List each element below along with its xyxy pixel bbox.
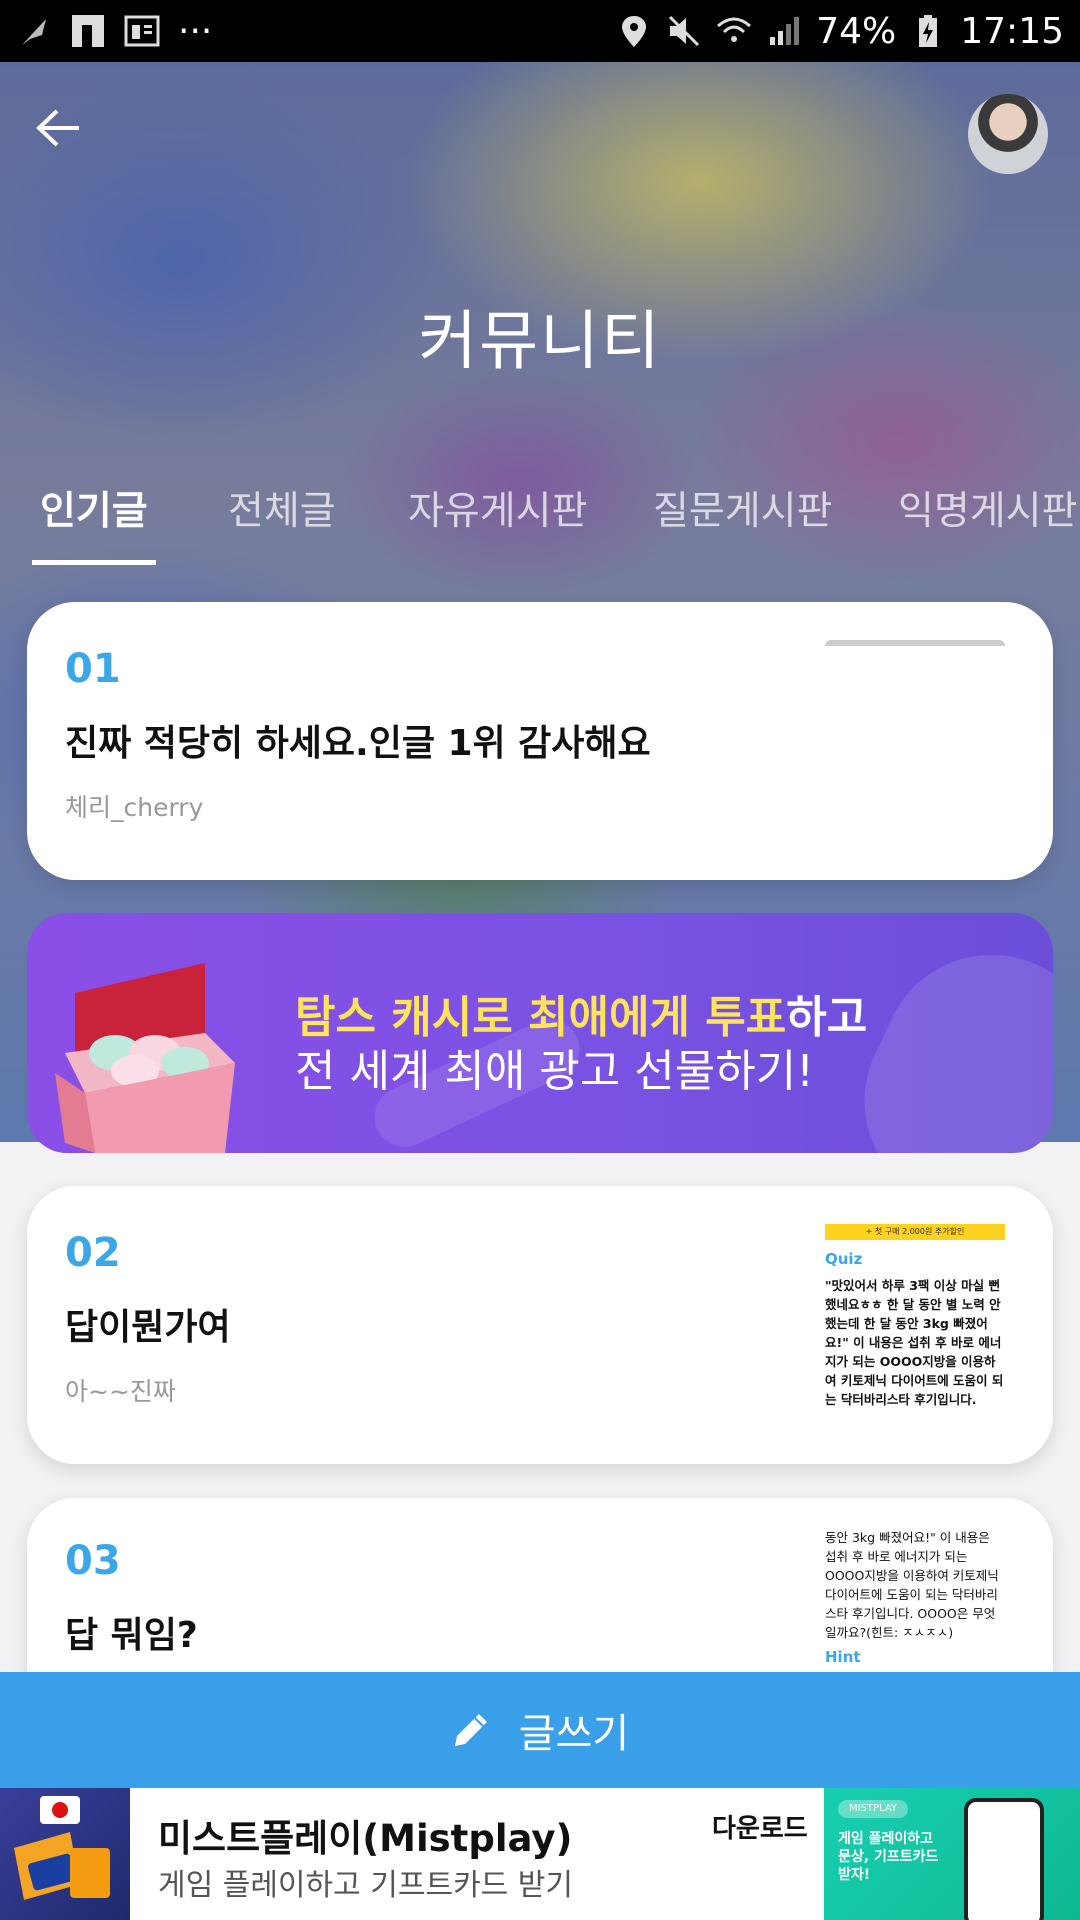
banner-subline: 전 세계 최애 광고 선물하기!	[295, 1046, 814, 1097]
post-title: 답이뭔가여	[65, 1307, 231, 1348]
tab-free-board[interactable]: 자유게시판	[408, 480, 587, 536]
promo-banner[interactable]: 탐스 캐시로 최애에게 투표하고 전 세계 최애 광고 선물하기!	[27, 913, 1053, 1153]
ad-subtitle: 게임 플레이하고 기프트카드 받기	[158, 1868, 574, 1903]
tab-active-indicator	[32, 560, 156, 565]
post-rank: 03	[65, 1538, 121, 1584]
ad-banner[interactable]: 미스트플레이(Mistplay) 게임 플레이하고 기프트카드 받기 다운로드 …	[0, 1788, 1080, 1920]
gift-box-icon	[55, 963, 235, 1153]
post-title: 진짜 적당히 하세요.인글 1위 감사해요	[65, 723, 651, 764]
page-title: 커뮤니티	[418, 305, 662, 379]
post-rank: 01	[65, 646, 121, 692]
post-thumbnail: 동안 3kg 빠졌어요!" 이 내용은 섭취 후 바로 에너지가 되는 OOOO…	[825, 1528, 1005, 1668]
tab-anonymous-board[interactable]: 익명게시판	[898, 480, 1077, 536]
post-title: 답 뭐임?	[65, 1615, 198, 1656]
ad-download-button[interactable]: 다운로드	[712, 1808, 808, 1845]
thumbnail-promo-bar: + 첫 구매 2,000원 추가할인	[825, 1224, 1005, 1240]
post-thumbnail: + 첫 구매 2,000원 추가할인 Quiz "맛있어서 하루 3팩 이상 마…	[825, 1224, 1005, 1434]
tab-bar: 인기글 전체글 자유게시판 질문게시판 익명게시판	[0, 470, 1080, 570]
status-bar: ··· 74% 17:15	[0, 0, 1080, 62]
ad-image-text: 게임 플레이하고 문상, 기프트카드 받자!	[838, 1831, 939, 1883]
thumbnail-heading: Hint	[825, 1648, 861, 1666]
post-rank: 02	[65, 1230, 121, 1276]
clock: 17:15	[960, 10, 1064, 52]
pencil-icon	[454, 1714, 487, 1746]
post-thumbnail	[825, 640, 1005, 646]
gift-cards-icon	[14, 1796, 110, 1900]
ad-title: 미스트플레이(Mistplay)	[158, 1817, 573, 1860]
thumbnail-heading: Quiz	[825, 1250, 863, 1268]
news-icon	[124, 15, 160, 47]
tab-question-board[interactable]: 질문게시판	[653, 480, 832, 536]
ad-logo: MISTPLAY	[838, 1800, 908, 1818]
flipboard-icon	[72, 15, 104, 47]
post-author: 체리_cherry	[65, 793, 204, 822]
battery-percent: 74%	[816, 10, 897, 52]
wifi-icon	[717, 17, 752, 42]
feather-icon	[22, 19, 46, 45]
write-button-label: 글쓰기	[518, 1711, 630, 1757]
write-post-button[interactable]: 글쓰기	[0, 1672, 1080, 1788]
thumbnail-text: 동안 3kg 빠졌어요!" 이 내용은 섭취 후 바로 에너지가 되는 OOOO…	[825, 1530, 999, 1640]
back-button[interactable]	[30, 100, 86, 156]
location-icon	[622, 16, 647, 47]
arrow-left-icon	[36, 109, 79, 147]
mute-icon	[669, 15, 700, 47]
avatar[interactable]	[968, 94, 1048, 174]
phone-icon	[964, 1798, 1044, 1920]
signal-icon	[770, 17, 800, 45]
ad-image	[0, 1788, 130, 1920]
post-card[interactable]: 01 진짜 적당히 하세요.인글 1위 감사해요 체리_cherry	[27, 602, 1053, 880]
battery-charging-icon	[919, 15, 938, 47]
ad-image: MISTPLAY 게임 플레이하고 문상, 기프트카드 받자!	[824, 1788, 1080, 1920]
thumbnail-text: "맛있어서 하루 3팩 이상 마실 뻔 했네요ㅎㅎ 한 달 동안 별 노력 안했…	[825, 1278, 1004, 1407]
post-author: 아~~진짜	[65, 1377, 176, 1406]
tab-all[interactable]: 전체글	[228, 480, 336, 536]
tab-popular[interactable]: 인기글	[40, 480, 148, 536]
post-card[interactable]: 02 답이뭔가여 아~~진짜 + 첫 구매 2,000원 추가할인 Quiz "…	[27, 1186, 1053, 1464]
more-notifications-icon: ···	[178, 10, 213, 52]
